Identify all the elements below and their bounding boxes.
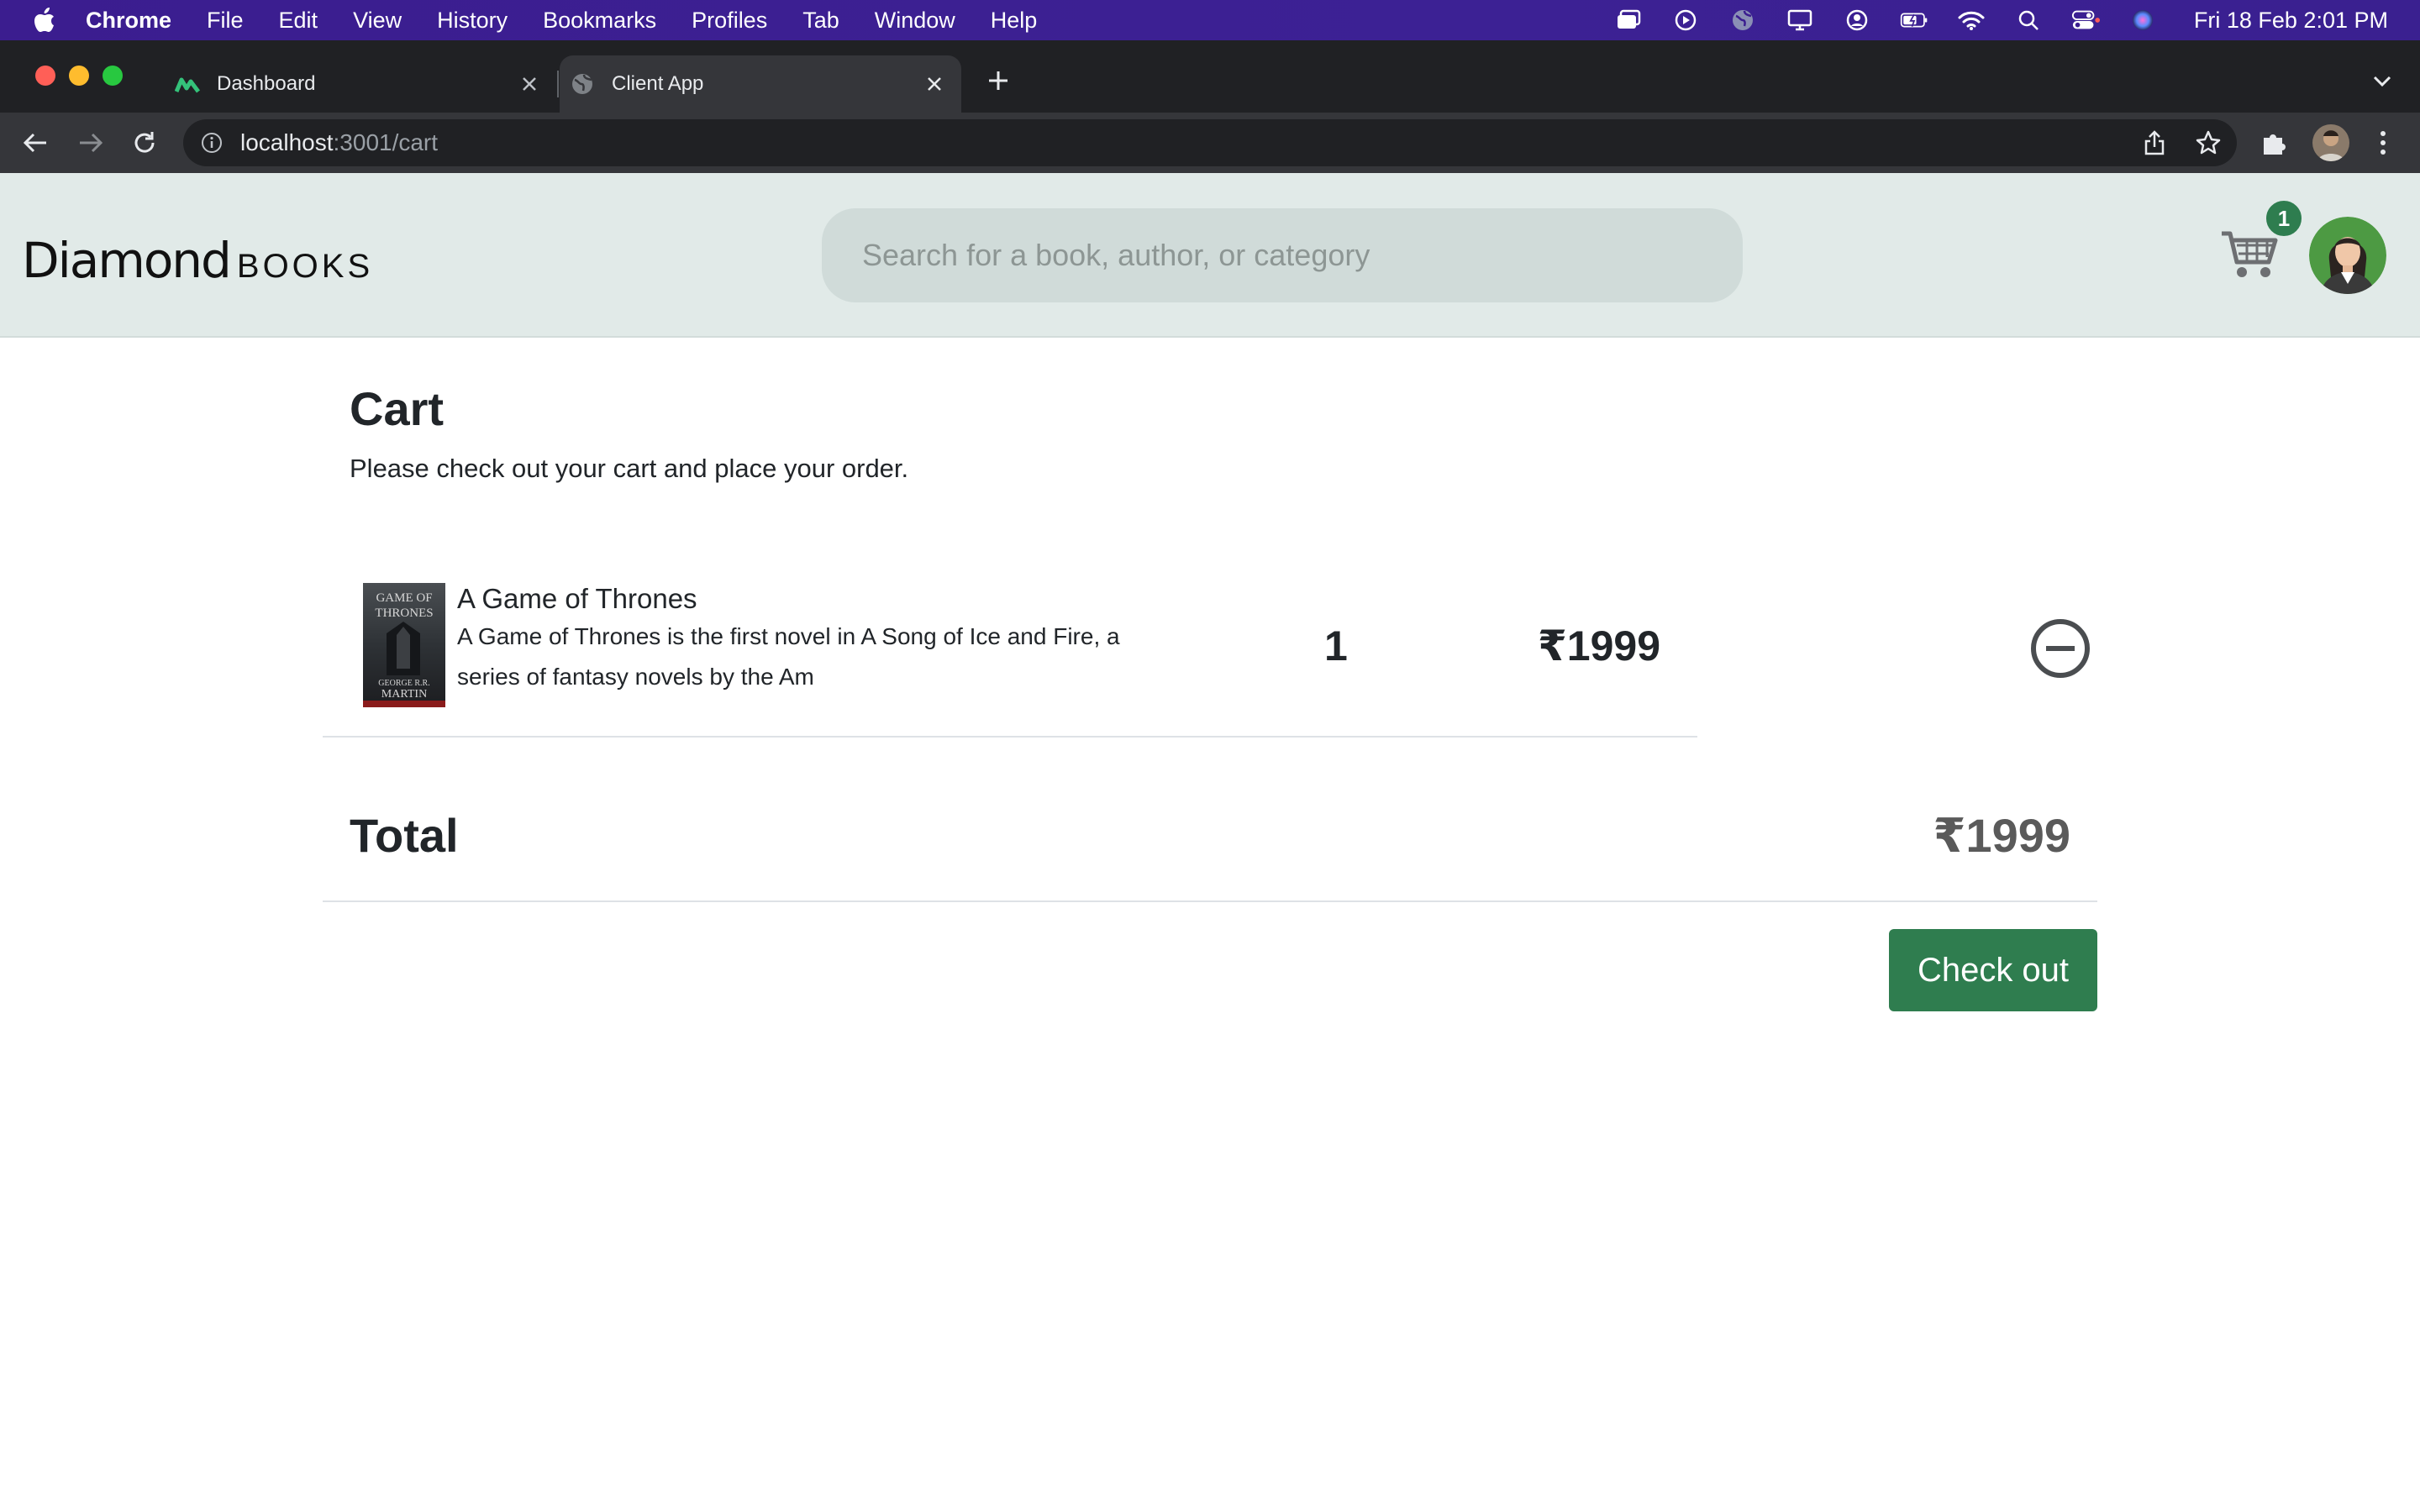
forward-arrow-icon[interactable] bbox=[76, 128, 106, 158]
menu-file[interactable]: File bbox=[207, 8, 244, 34]
tab-dashboard[interactable]: Dashboard bbox=[165, 55, 556, 113]
tab-separator bbox=[557, 71, 559, 97]
menu-help[interactable]: Help bbox=[991, 8, 1038, 34]
globe-status-icon[interactable] bbox=[1728, 8, 1757, 33]
cart-item-row: GAME OF THRONES GEORGE R.R. MARTIN A Gam… bbox=[323, 571, 1697, 738]
display-icon[interactable] bbox=[1786, 8, 1814, 33]
macos-menubar: Chrome File Edit View History Bookmarks … bbox=[0, 0, 2420, 40]
item-quantity: 1 bbox=[1324, 622, 1348, 669]
check-out-button[interactable]: Check out bbox=[1889, 929, 2097, 1011]
book-description: A Game of Thrones is the first novel in … bbox=[457, 623, 1120, 690]
extensions-puzzle-icon[interactable] bbox=[2259, 128, 2289, 158]
address-bar[interactable]: localhost:3001/cart bbox=[183, 119, 2237, 166]
menu-bookmarks[interactable]: Bookmarks bbox=[543, 8, 656, 34]
user-circle-icon[interactable] bbox=[1843, 8, 1871, 33]
menu-edit[interactable]: Edit bbox=[279, 8, 318, 34]
window-close-button[interactable] bbox=[35, 66, 55, 86]
browser-toolbar: localhost:3001/cart bbox=[0, 113, 2420, 173]
total-label: Total bbox=[350, 809, 459, 862]
svg-text:MARTIN: MARTIN bbox=[381, 688, 427, 701]
tab-close-icon[interactable] bbox=[923, 72, 946, 96]
logo-main-text: Diamond bbox=[22, 232, 232, 289]
user-avatar[interactable] bbox=[2309, 217, 2386, 294]
tab-close-icon[interactable] bbox=[518, 72, 541, 96]
page-title: Cart bbox=[350, 382, 445, 435]
menu-history[interactable]: History bbox=[437, 8, 508, 34]
url-host: localhost bbox=[240, 129, 334, 155]
remove-item-minus-circle-icon[interactable] bbox=[2028, 617, 2092, 680]
new-tab-plus-icon[interactable] bbox=[983, 66, 1013, 96]
item-price: ₹1999 bbox=[1538, 622, 1661, 669]
page-subtitle: Please check out your cart and place you… bbox=[350, 454, 909, 483]
siri-icon[interactable] bbox=[2128, 8, 2157, 33]
bookmark-star-icon[interactable] bbox=[2190, 124, 2227, 161]
reload-icon[interactable] bbox=[129, 128, 160, 158]
play-circle-icon[interactable] bbox=[1671, 8, 1700, 33]
control-center-icon[interactable] bbox=[2071, 8, 2100, 33]
url-text[interactable]: localhost:3001/cart bbox=[240, 129, 438, 156]
window-zoom-button[interactable] bbox=[103, 66, 123, 86]
total-value: ₹1999 bbox=[1933, 809, 2070, 862]
book-title[interactable]: A Game of Thrones bbox=[457, 583, 697, 615]
back-arrow-icon[interactable] bbox=[20, 128, 50, 158]
spotlight-search-icon[interactable] bbox=[2014, 8, 2043, 33]
cart-total-row: Total ₹1999 bbox=[323, 790, 2097, 902]
menu-app-name[interactable]: Chrome bbox=[86, 8, 171, 34]
search-input[interactable] bbox=[822, 208, 1743, 302]
dashboard-favicon-icon bbox=[175, 71, 200, 97]
menu-profiles[interactable]: Profiles bbox=[692, 8, 767, 34]
profile-avatar-icon[interactable] bbox=[2312, 124, 2349, 161]
chrome-menu-kebab-icon[interactable] bbox=[2368, 128, 2398, 158]
site-info-icon[interactable] bbox=[200, 131, 224, 155]
globe-favicon-icon bbox=[570, 71, 595, 97]
svg-text:THRONES: THRONES bbox=[375, 606, 433, 620]
app-header: DiamondBOOKS 1 bbox=[0, 173, 2420, 338]
svg-text:GAME OF: GAME OF bbox=[376, 591, 432, 605]
share-icon[interactable] bbox=[2136, 124, 2173, 161]
apple-icon[interactable] bbox=[32, 8, 57, 33]
menu-view[interactable]: View bbox=[353, 8, 402, 34]
cart-count-badge: 1 bbox=[2264, 198, 2304, 239]
menubar-clock[interactable]: Fri 18 Feb 2:01 PM bbox=[2194, 8, 2388, 34]
menubar-status-area: Fri 18 Feb 2:01 PM bbox=[1614, 0, 2388, 40]
tab-search-chevron-icon[interactable] bbox=[2370, 69, 2395, 94]
logo-sub-text: BOOKS bbox=[236, 248, 374, 285]
menu-tab[interactable]: Tab bbox=[802, 8, 839, 34]
site-logo[interactable]: Diamond BOOKS bbox=[22, 232, 373, 289]
svg-text:GEORGE R.R.: GEORGE R.R. bbox=[378, 679, 429, 688]
menu-window[interactable]: Window bbox=[875, 8, 955, 34]
tab-title: Client App bbox=[612, 72, 704, 95]
url-path: :3001/cart bbox=[333, 129, 439, 155]
tab-client-app[interactable]: Client App bbox=[560, 55, 961, 113]
window-minimize-button[interactable] bbox=[69, 66, 89, 86]
battery-icon[interactable] bbox=[1900, 8, 1928, 33]
wifi-icon[interactable] bbox=[1957, 8, 1986, 33]
stacked-windows-icon[interactable] bbox=[1614, 8, 1643, 33]
book-cover-image[interactable]: GAME OF THRONES GEORGE R.R. MARTIN bbox=[363, 583, 445, 707]
tab-title: Dashboard bbox=[217, 72, 316, 95]
browser-tab-strip: Dashboard Client App bbox=[0, 40, 2420, 113]
